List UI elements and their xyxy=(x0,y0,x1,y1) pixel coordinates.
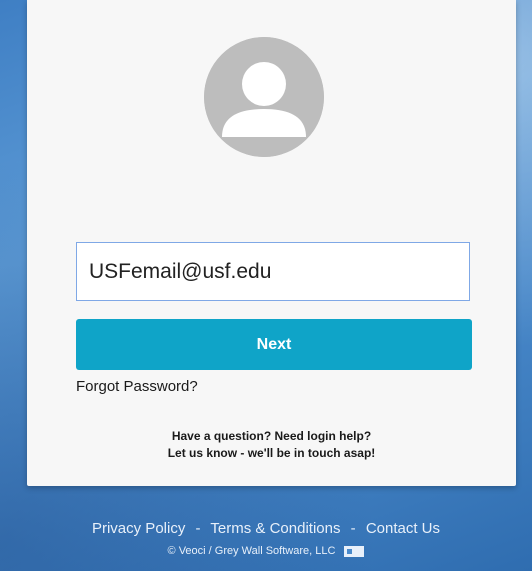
user-avatar-icon xyxy=(204,37,324,157)
privacy-policy-link[interactable]: Privacy Policy xyxy=(92,520,185,537)
next-button[interactable]: Next xyxy=(76,319,472,370)
help-line-1: Have a question? Need login help? xyxy=(171,429,372,443)
contact-us-link[interactable]: Contact Us xyxy=(366,520,440,537)
copyright-text: © Veoci / Grey Wall Software, LLC xyxy=(167,545,336,557)
email-field[interactable] xyxy=(76,242,470,301)
copyright: © Veoci / Grey Wall Software, LLC xyxy=(0,545,532,557)
footer-links: Privacy Policy - Terms & Conditions - Co… xyxy=(0,520,532,537)
forgot-password-link[interactable]: Forgot Password? xyxy=(76,378,198,395)
login-card: Next Forgot Password? Have a question? N… xyxy=(27,0,516,486)
help-line-2: Let us know - we'll be in touch asap! xyxy=(167,446,376,460)
login-help-text: Have a question? Need login help? Let us… xyxy=(27,428,516,462)
language-toggle-icon[interactable] xyxy=(344,545,365,557)
footer-separator: - xyxy=(195,520,201,537)
footer-separator: - xyxy=(350,520,356,537)
terms-conditions-link[interactable]: Terms & Conditions xyxy=(210,520,340,537)
